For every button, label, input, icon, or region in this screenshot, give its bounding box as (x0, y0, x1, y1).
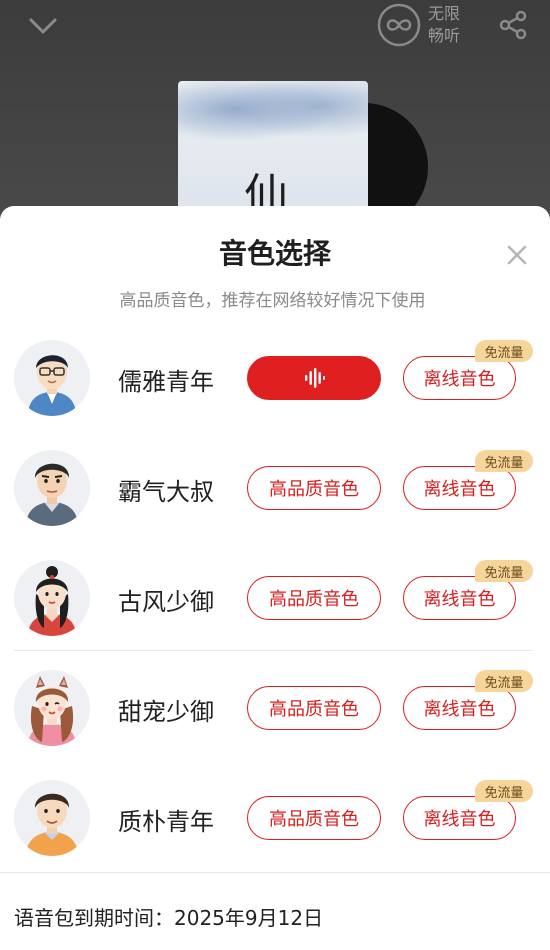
infinity-icon (377, 3, 421, 47)
free-data-badge: 免流量 (475, 340, 533, 362)
offline-voice-button[interactable]: 离线音色 (403, 466, 516, 510)
hq-voice-button[interactable]: 高品质音色 (247, 796, 381, 840)
avatar (14, 670, 90, 746)
sheet-title: 音色选择 (218, 237, 331, 270)
unlimited-label: 无限 畅听 (428, 3, 460, 47)
share-icon[interactable] (498, 10, 528, 40)
offline-voice-button[interactable]: 离线音色 (403, 796, 516, 840)
voice-name: 质朴青年 (118, 808, 214, 836)
sheet-subtitle: 高品质音色，推荐在网络较好情况下使用 (119, 291, 426, 311)
hq-voice-button[interactable]: 高品质音色 (247, 686, 381, 730)
voice-selection-sheet: 音色选择 高品质音色，推荐在网络较好情况下使用 儒雅青年 离线音色 免流量 霸气… (0, 206, 550, 950)
expire-date: 2025年9月12日 (174, 906, 324, 930)
voice-row: 甜宠少御 高品质音色 离线音色 免流量 (0, 660, 550, 760)
voice-row: 霸气大叔 高品质音色 离线音色 免流量 (0, 440, 550, 540)
offline-voice-button[interactable]: 离线音色 (403, 576, 516, 620)
unlimited-line2: 畅听 (428, 26, 461, 45)
expire-label: 语音包到期时间： (14, 906, 174, 930)
album-cover-text: 仙 (244, 170, 288, 211)
avatar (14, 560, 90, 636)
avatar (14, 450, 90, 526)
voice-pack-expire-text: 语音包到期时间：2025年9月12日 (14, 902, 323, 931)
album-cover: 仙 (178, 81, 368, 211)
hq-voice-button-playing[interactable] (247, 356, 381, 400)
voice-row: 质朴青年 高品质音色 离线音色 免流量 (0, 770, 550, 870)
hq-voice-button[interactable]: 高品质音色 (247, 576, 381, 620)
footer-divider (0, 872, 550, 873)
unlimited-listen-button[interactable]: 无限 畅听 (376, 2, 460, 48)
unlimited-line1: 无限 (428, 4, 461, 23)
sound-wave-icon (305, 368, 325, 388)
voice-name: 儒雅青年 (118, 368, 214, 396)
close-icon[interactable] (506, 244, 528, 266)
voice-name: 古风少御 (118, 588, 214, 616)
offline-voice-button[interactable]: 离线音色 (403, 356, 516, 400)
offline-voice-button[interactable]: 离线音色 (403, 686, 516, 730)
voice-name: 霸气大叔 (118, 478, 214, 506)
free-data-badge: 免流量 (475, 670, 533, 692)
hq-voice-button[interactable]: 高品质音色 (247, 466, 381, 510)
voice-row: 古风少御 高品质音色 离线音色 免流量 (0, 550, 550, 650)
section-divider (14, 650, 532, 651)
avatar (14, 340, 90, 416)
avatar (14, 780, 90, 856)
chevron-down-icon[interactable] (26, 10, 60, 40)
free-data-badge: 免流量 (475, 780, 533, 802)
voice-name: 甜宠少御 (118, 698, 214, 726)
album-ink-art (178, 81, 368, 151)
free-data-badge: 免流量 (475, 560, 533, 582)
voice-row: 儒雅青年 离线音色 免流量 (0, 330, 550, 430)
free-data-badge: 免流量 (475, 450, 533, 472)
